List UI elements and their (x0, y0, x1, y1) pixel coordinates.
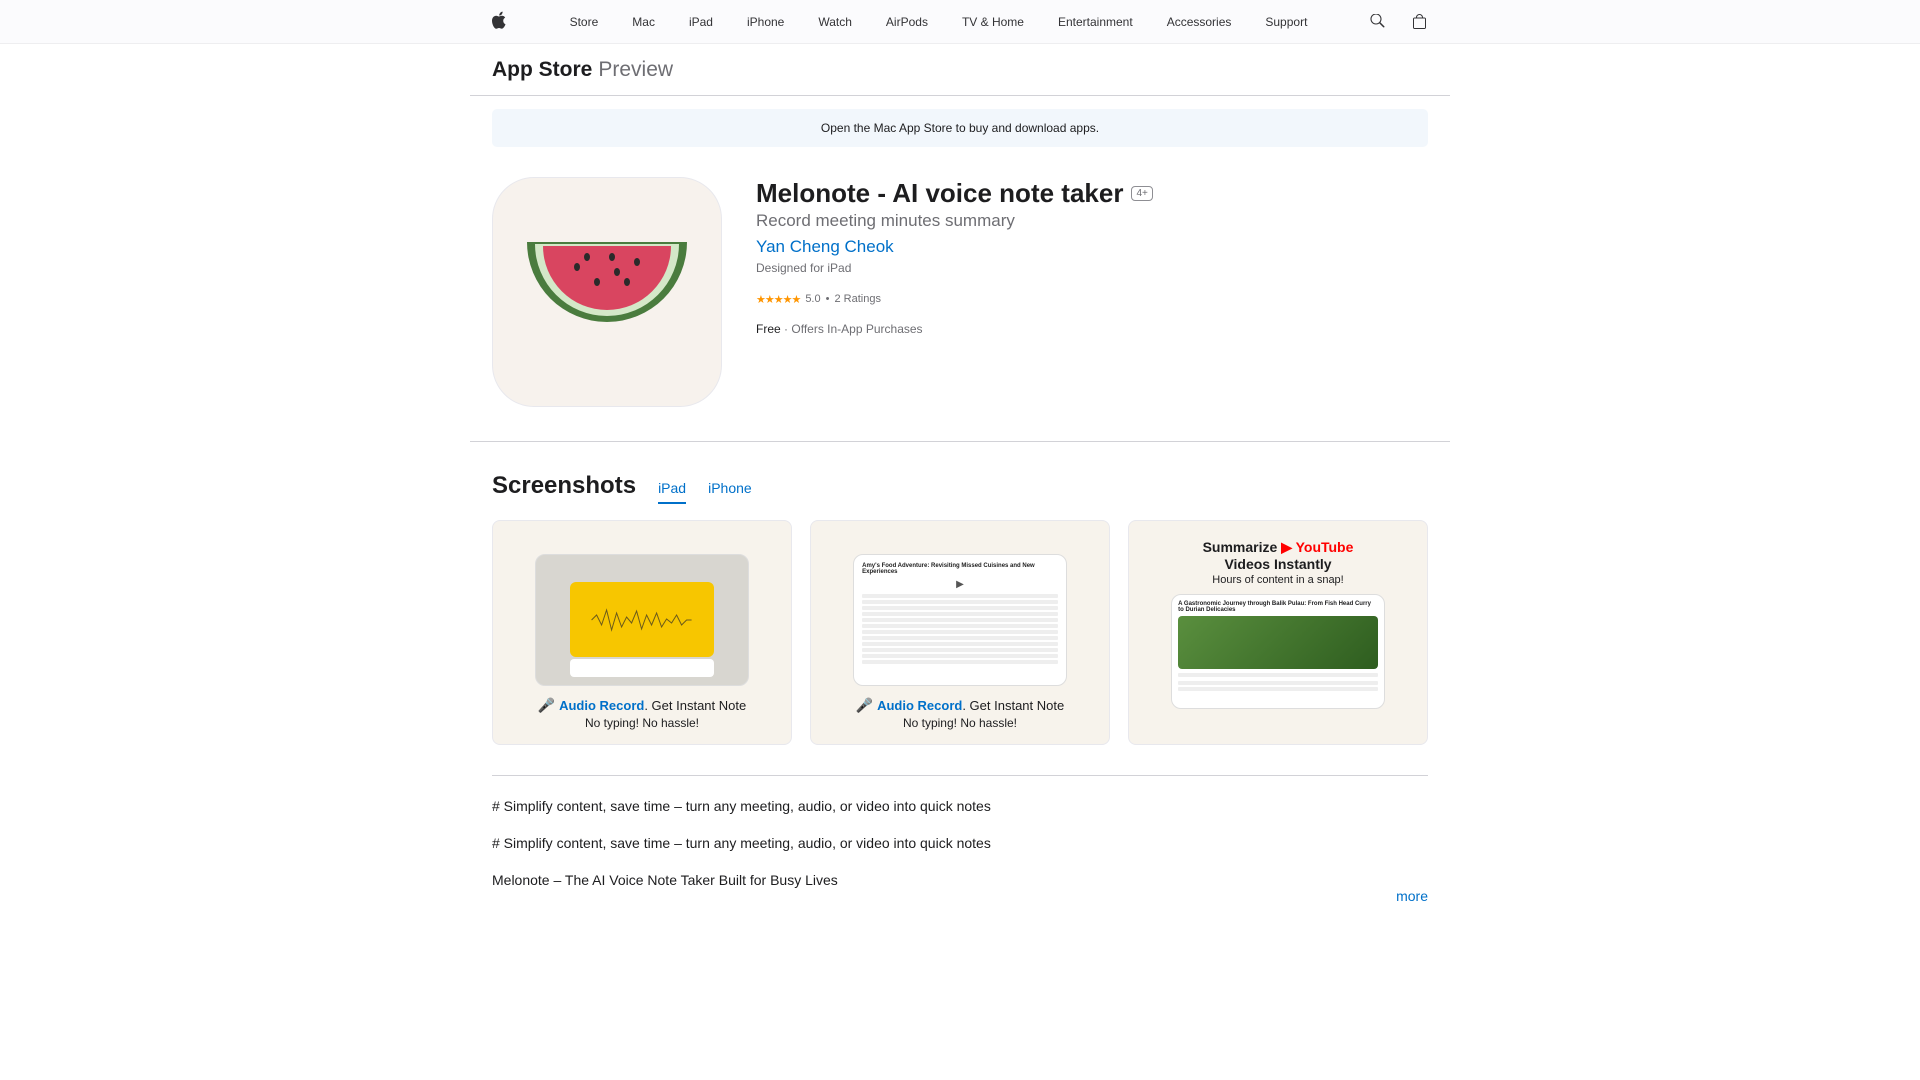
app-title: Melonote - AI voice note taker (756, 179, 1123, 209)
more-button[interactable]: more (1376, 886, 1428, 907)
rating-value: 5.0 (805, 293, 820, 305)
desc-p3: Melonote – The AI Voice Note Taker Built… (492, 870, 1428, 891)
desc-p1: # Simplify content, save time – turn any… (492, 796, 1428, 817)
price: Free (756, 322, 781, 336)
video-thumbnail (1178, 616, 1378, 669)
localnav: App Store Preview (470, 44, 1450, 96)
screenshots-section: Screenshots iPad iPhone 🎤 Audio Record. (470, 442, 1450, 776)
nav-ipad[interactable]: iPad (689, 15, 713, 29)
shot1-suffix: . Get Instant Note (644, 698, 746, 713)
open-mac-app-store-banner: Open the Mac App Store to buy and downlo… (492, 109, 1428, 147)
device-tabs: iPad iPhone (658, 480, 752, 504)
play-icon: ▶ (862, 579, 1058, 590)
search-icon[interactable] (1370, 0, 1385, 44)
rating-row: ★★★★★ 5.0 • 2 Ratings (756, 293, 1428, 306)
shot3-top1a: Summarize (1203, 539, 1282, 555)
nav-mac[interactable]: Mac (632, 15, 655, 29)
nav-tvhome[interactable]: TV & Home (962, 15, 1024, 29)
apple-logo-icon[interactable] (492, 0, 507, 44)
screenshots-title: Screenshots (492, 472, 636, 500)
stars-icon: ★★★★★ (756, 293, 800, 306)
waveform-card (570, 582, 714, 657)
designed-for: Designed for iPad (756, 261, 1428, 275)
shot3-top3: Hours of content in a snap! (1203, 574, 1354, 586)
tab-ipad[interactable]: iPad (658, 480, 686, 504)
bag-icon[interactable] (1413, 0, 1428, 44)
shot2-doc-title: Amy's Food Adventure: Revisiting Missed … (862, 563, 1058, 575)
shot2-blue: Audio Record (877, 698, 962, 713)
tab-iphone[interactable]: iPhone (708, 480, 752, 504)
nav-entertainment[interactable]: Entertainment (1058, 15, 1133, 29)
nav-links: Store Mac iPad iPhone Watch AirPods TV &… (570, 13, 1308, 31)
localnav-title[interactable]: App Store (492, 58, 592, 82)
product-header: Melonote - AI voice note taker 4+ Record… (470, 147, 1450, 442)
desc-p2: # Simplify content, save time – turn any… (492, 833, 1428, 854)
global-nav: Store Mac iPad iPhone Watch AirPods TV &… (0, 0, 1920, 44)
youtube-icon: ▶ YouTube (1281, 539, 1353, 555)
rating-count: 2 Ratings (834, 293, 880, 305)
waveform-icon (584, 605, 699, 635)
nav-store[interactable]: Store (570, 15, 599, 29)
developer-link[interactable]: Yan Cheng Cheok (756, 237, 1428, 257)
mic-icon: 🎤 (538, 697, 559, 713)
iap-note: Offers In-App Purchases (791, 322, 922, 336)
mic-icon: 🎤 (856, 697, 877, 713)
nav-accessories[interactable]: Accessories (1167, 15, 1232, 29)
localnav-sub: Preview (598, 58, 673, 82)
app-icon (492, 177, 722, 407)
shot1-line2: No typing! No hassle! (538, 716, 746, 732)
watermelon-icon (517, 222, 697, 362)
description: # Simplify content, save time – turn any… (470, 776, 1450, 927)
price-row: Free · Offers In-App Purchases (756, 322, 1428, 336)
nav-support[interactable]: Support (1265, 15, 1307, 29)
screenshot-1[interactable]: 🎤 Audio Record. Get Instant Note No typi… (492, 520, 792, 745)
nav-iphone[interactable]: iPhone (747, 15, 784, 29)
app-subtitle: Record meeting minutes summary (756, 211, 1428, 231)
shot2-suffix: . Get Instant Note (962, 698, 1064, 713)
screenshot-2[interactable]: Amy's Food Adventure: Revisiting Missed … (810, 520, 1110, 745)
screenshot-3[interactable]: Summarize ▶ YouTube Videos Instantly Hou… (1128, 520, 1428, 745)
age-badge: 4+ (1131, 186, 1152, 201)
nav-airpods[interactable]: AirPods (886, 15, 928, 29)
shot1-blue: Audio Record (559, 698, 644, 713)
shot3-doc-title: A Gastronomic Journey through Balik Pula… (1178, 601, 1378, 613)
shot2-line2: No typing! No hassle! (856, 716, 1064, 732)
nav-watch[interactable]: Watch (818, 15, 852, 29)
rating-separator: • (826, 293, 830, 305)
shot3-top2: Videos Instantly (1203, 556, 1354, 572)
